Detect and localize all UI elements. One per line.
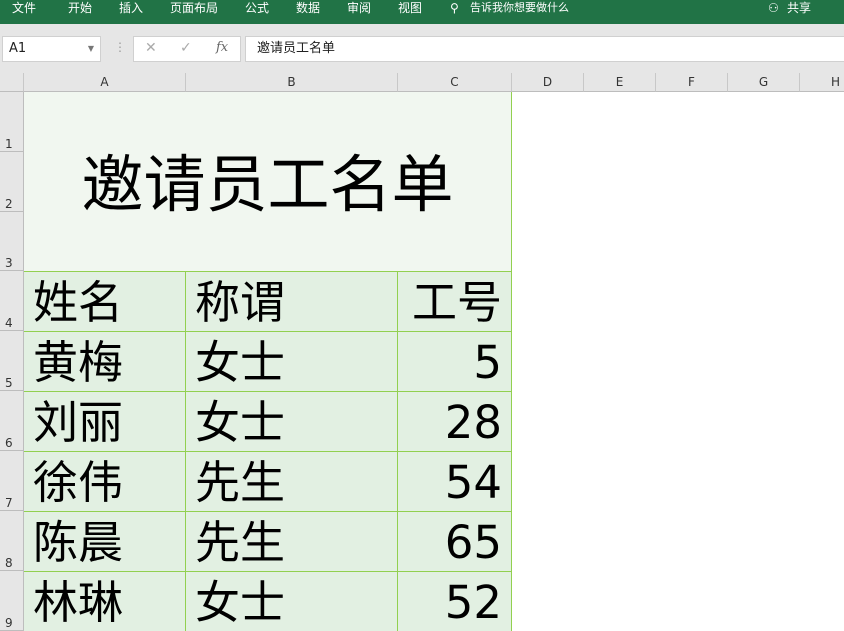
row-header-6[interactable]: 6 (0, 391, 24, 451)
formula-input[interactable]: 邀请员工名单 (245, 36, 844, 62)
tab-page-layout[interactable]: 页面布局 (170, 0, 218, 16)
grip-icon: ⋮ (114, 40, 126, 54)
row-label: 4 (5, 316, 13, 330)
formula-bar: A1 ▼ ⋮ ✕ ✓ fx 邀请员工名单 (0, 24, 844, 73)
data-cell[interactable]: 女士 (186, 391, 398, 451)
row-label: 7 (5, 496, 13, 510)
row-label: 2 (5, 197, 13, 211)
data-cell[interactable]: 刘丽 (24, 391, 186, 451)
row-label: 3 (5, 256, 13, 270)
col-header-f[interactable]: F (656, 73, 728, 92)
title-cell[interactable]: 邀请员工名单 (24, 92, 512, 271)
row-label: 5 (5, 376, 13, 390)
tab-review[interactable]: 审阅 (347, 0, 371, 16)
col-header-h[interactable]: H (800, 73, 844, 92)
col-header-g[interactable]: G (728, 73, 800, 92)
row-header-5[interactable]: 5 (0, 331, 24, 391)
tell-me-input[interactable]: 告诉我你想要做什么 (470, 0, 569, 16)
share-button[interactable]: 共享 (787, 0, 811, 16)
select-all-corner[interactable] (0, 73, 24, 92)
data-cell[interactable]: 65 (398, 511, 512, 571)
row-header-9[interactable]: 9 (0, 571, 24, 631)
row-label: 1 (5, 137, 13, 151)
data-cell[interactable]: 先生 (186, 451, 398, 511)
row-header-7[interactable]: 7 (0, 451, 24, 511)
data-cell[interactable]: 5 (398, 331, 512, 391)
row-label: 8 (5, 556, 13, 570)
data-cell[interactable]: 林琳 (24, 571, 186, 631)
name-box-value: A1 (9, 41, 27, 56)
search-icon: ⚲ (450, 1, 459, 15)
row-header-1[interactable]: 1 (0, 92, 24, 152)
data-cell[interactable]: 黄梅 (24, 331, 186, 391)
data-cell[interactable]: 徐伟 (24, 451, 186, 511)
user-icon: ⚇ (768, 1, 779, 15)
data-cell[interactable]: 先生 (186, 511, 398, 571)
cancel-icon[interactable]: ✕ (145, 40, 157, 56)
data-cell[interactable]: 女士 (186, 331, 398, 391)
row-header-2[interactable]: 2 (0, 152, 24, 212)
header-cell[interactable]: 工号 (398, 271, 512, 331)
data-cell[interactable]: 52 (398, 571, 512, 631)
data-cell[interactable]: 54 (398, 451, 512, 511)
header-cell[interactable]: 称谓 (186, 271, 398, 331)
ribbon: 文件 开始 插入 页面布局 公式 数据 审阅 视图 ⚲ 告诉我你想要做什么 ⚇ … (0, 0, 844, 24)
col-header-b[interactable]: B (186, 73, 398, 92)
col-header-c[interactable]: C (398, 73, 512, 92)
col-header-a[interactable]: A (24, 73, 186, 92)
tab-file[interactable]: 文件 (12, 0, 36, 16)
row-header-4[interactable]: 4 (0, 271, 24, 331)
name-box[interactable]: A1 ▼ (2, 36, 101, 62)
formula-buttons: ✕ ✓ fx (133, 36, 241, 62)
confirm-icon[interactable]: ✓ (180, 40, 192, 56)
tab-insert[interactable]: 插入 (119, 0, 143, 16)
header-cell[interactable]: 姓名 (24, 271, 186, 331)
tab-data[interactable]: 数据 (296, 0, 320, 16)
col-header-d[interactable]: D (512, 73, 584, 92)
chevron-down-icon[interactable]: ▼ (88, 37, 94, 61)
col-header-e[interactable]: E (584, 73, 656, 92)
row-header-3[interactable]: 3 (0, 212, 24, 271)
data-cell[interactable]: 陈晨 (24, 511, 186, 571)
tab-view[interactable]: 视图 (398, 0, 422, 16)
tab-home[interactable]: 开始 (68, 0, 92, 16)
row-label: 9 (5, 616, 13, 630)
data-cell[interactable]: 女士 (186, 571, 398, 631)
function-icon[interactable]: fx (216, 40, 228, 55)
row-header-8[interactable]: 8 (0, 511, 24, 571)
data-cell[interactable]: 28 (398, 391, 512, 451)
tab-formulas[interactable]: 公式 (245, 0, 269, 16)
row-label: 6 (5, 436, 13, 450)
